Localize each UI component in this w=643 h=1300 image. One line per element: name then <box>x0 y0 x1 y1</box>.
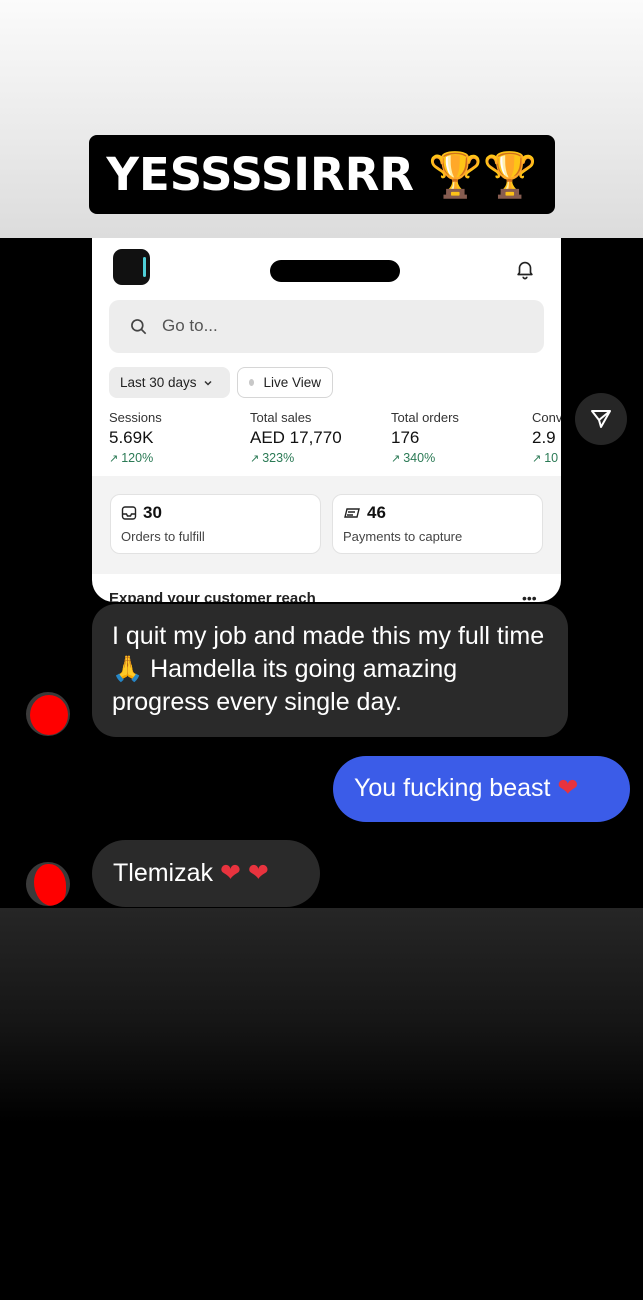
metric-label: Total sales <box>250 410 312 425</box>
metric-conversion: Conv 2.9 ↗ 10 <box>532 410 561 465</box>
expand-reach-heading: Expand your customer reach <box>109 590 316 602</box>
live-dot-icon <box>249 379 255 386</box>
more-icon: ••• <box>522 590 537 602</box>
trend-up-icon: ↗ <box>109 453 119 465</box>
metric-trend: ↗ 120% <box>109 451 154 465</box>
metric-trend: ↗ 10 <box>532 451 559 465</box>
message-text: I quit my job and made this my full time <box>112 622 545 650</box>
task-count: 46 <box>367 503 386 522</box>
task-count: 30 <box>143 503 162 522</box>
metric-value: 176 <box>391 428 420 447</box>
share-button[interactable] <box>575 393 627 445</box>
caption-text: YESSSSIRRR <box>106 148 415 201</box>
metric-label: Sessions <box>109 410 162 425</box>
metric-total-orders: Total orders 176 ↗ 340% <box>391 410 523 465</box>
metric-value: 5.69K <box>109 428 154 447</box>
message-text: You fucking beast <box>354 774 551 802</box>
search-icon <box>131 319 147 335</box>
pray-emoji-icon: 🙏 <box>112 655 144 683</box>
outgoing-message-bubble[interactable]: You fucking beast ❤ <box>333 756 630 822</box>
redacted-store-name <box>270 260 400 282</box>
inbox-icon <box>121 506 137 520</box>
metric-total-sales: Total sales AED 17,770 ↗ 323% <box>250 410 382 465</box>
trend-up-icon: ↗ <box>532 453 542 465</box>
story-bottom-background <box>0 908 643 1300</box>
metric-value: 2.9 <box>532 428 556 447</box>
payments-to-capture-card: 46 Payments to capture <box>332 494 543 554</box>
message-text-continued: Hamdella its going amazing progress ever… <box>112 655 458 716</box>
chevron-down-icon <box>204 380 212 386</box>
metric-sessions: Sessions 5.69K ↗ 120% <box>109 410 241 465</box>
incoming-message-bubble[interactable]: Tlemizak ❤ ❤ <box>92 840 320 907</box>
date-range-filter: Last 30 days <box>109 367 230 398</box>
task-label: Orders to fulfill <box>121 529 205 544</box>
redaction-blot <box>34 864 66 906</box>
search-placeholder: Go to... <box>162 316 218 335</box>
date-range-label: Last 30 days <box>120 375 197 390</box>
avatar[interactable] <box>26 692 70 736</box>
shared-dashboard-screenshot: Go to... Last 30 days Live View Sessions… <box>92 238 561 602</box>
metric-label: Conv <box>532 410 561 425</box>
store-logo <box>113 249 150 285</box>
metric-value: AED 17,770 <box>250 428 342 447</box>
heart-emoji-icon: ❤ <box>557 774 579 802</box>
payment-icon <box>344 508 360 518</box>
tasks-section: 30 Orders to fulfill 46 Payments to capt… <box>92 476 561 574</box>
trend-up-icon: ↗ <box>391 453 401 465</box>
metric-trend: ↗ 323% <box>250 451 295 465</box>
metric-label: Total orders <box>391 410 459 425</box>
orders-to-fulfill-card: 30 Orders to fulfill <box>110 494 321 554</box>
trophy-icon: 🏆🏆 <box>428 149 538 201</box>
redaction-blot <box>30 695 68 735</box>
heart-emoji-icon: ❤ ❤ <box>219 859 269 887</box>
live-view-label: Live View <box>263 375 321 390</box>
message-text: Tlemizak <box>113 859 214 887</box>
send-icon <box>591 410 611 428</box>
search-bar: Go to... <box>109 300 544 353</box>
avatar[interactable] <box>26 862 70 906</box>
trend-up-icon: ↗ <box>250 453 260 465</box>
metric-trend: ↗ 340% <box>391 451 436 465</box>
story-caption: YESSSSIRRR 🏆🏆 <box>89 135 555 214</box>
incoming-message-bubble[interactable]: I quit my job and made this my full time… <box>92 604 568 737</box>
task-label: Payments to capture <box>343 529 463 544</box>
bell-icon <box>517 261 533 280</box>
live-view-button: Live View <box>237 367 333 398</box>
